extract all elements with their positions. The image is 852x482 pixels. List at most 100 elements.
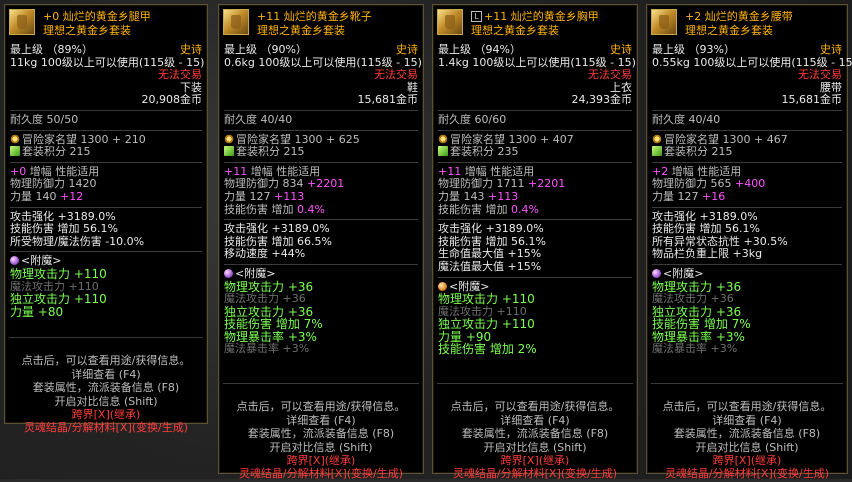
skill-damage: 技能伤害 增加 xyxy=(438,202,508,216)
footer-hint: 点击后，可以查看用途/获得信息。 xyxy=(236,400,406,414)
trade-status: 无法交易 xyxy=(374,68,418,82)
set-info-link[interactable]: 套装属性，流派装备信息 (F8) xyxy=(5,381,207,395)
soul-crystal-link[interactable]: 灵魂结晶/分解材料[X](变换/生成) xyxy=(219,467,423,481)
trade-status: 无法交易 xyxy=(798,68,842,82)
set-points-icon xyxy=(652,146,662,157)
sell-price: 20,908金币 xyxy=(141,93,203,107)
stat-line: 移动速度 +44% xyxy=(224,247,306,261)
defense-bonus: +2201 xyxy=(307,177,345,191)
enchant-line: 力量 +80 xyxy=(10,304,64,319)
strength: 力量 143 xyxy=(438,189,485,203)
strength-bonus: +113 xyxy=(488,189,519,203)
enchant-label: <附魔> xyxy=(235,266,276,280)
trade-status: 无法交易 xyxy=(158,68,202,82)
adventurer-fame: 冒险家名望 1300 + 625 xyxy=(236,132,360,146)
set-points: 套装积分 215 xyxy=(664,145,733,159)
amp-prefix: +11 xyxy=(438,164,462,178)
amp-text: 增幅 性能适用 xyxy=(464,164,535,178)
compare-link[interactable]: 开启对比信息 (Shift) xyxy=(433,441,637,455)
amp-prefix: +11 xyxy=(224,164,248,178)
compare-link[interactable]: 开启对比信息 (Shift) xyxy=(5,395,207,409)
skill-damage-bonus: 0.4% xyxy=(297,202,325,216)
set-points-icon xyxy=(224,146,234,157)
rarity: 史诗 xyxy=(610,43,632,56)
enchant-line: 物理攻击力 +110 xyxy=(10,266,107,281)
amp-prefix: +2 xyxy=(652,164,669,178)
tooltip-panel-leg-armor: +0 灿烂的黄金乡腿甲 理想之黄金乡套装 最上级 （89%） 史诗 11kg 10… xyxy=(4,4,208,434)
adventurer-fame: 冒险家名望 1300 + 210 xyxy=(22,132,146,146)
enchant-gem-icon xyxy=(224,268,233,278)
set-points-icon xyxy=(10,146,20,157)
sell-price: 15,681金币 xyxy=(357,93,419,107)
soul-crystal-link[interactable]: 灵魂结晶/分解材料[X](变换/生成) xyxy=(5,421,207,435)
enchant-gem-icon xyxy=(652,268,661,278)
stat-line: 攻击强化 +3189.0% xyxy=(438,222,544,236)
sell-price: 15,681金币 xyxy=(781,93,843,107)
enchant-label: <附魔> xyxy=(21,254,62,268)
enchant-gem-icon xyxy=(10,256,19,266)
set-info-link[interactable]: 套装属性，流派装备信息 (F8) xyxy=(219,427,423,441)
soul-crystal-link[interactable]: 灵魂结晶/分解材料[X](变换/生成) xyxy=(647,467,847,481)
chest-armor-icon xyxy=(437,9,463,35)
tooltip-panel-boots: +11 灿烂的黄金乡靴子 理想之黄金乡套装 最上级 （90%） 史诗 0.6kg … xyxy=(218,4,424,480)
set-info-link[interactable]: 套装属性，流派装备信息 (F8) xyxy=(433,427,637,441)
footer-hint: 点击后，可以查看用途/获得信息。 xyxy=(21,354,191,368)
stat-line: 技能伤害 增加 56.1% xyxy=(652,222,760,236)
enchant-line: 独立攻击力 +110 xyxy=(438,317,535,332)
item-title: +0 灿烂的黄金乡腿甲 xyxy=(43,10,151,23)
item-title: +11 灿烂的黄金乡靴子 xyxy=(257,10,372,23)
soul-crystal-link[interactable]: 灵魂结晶/分解材料[X](变换/生成) xyxy=(433,467,637,481)
stat-line: 物品栏负重上限 +3kg xyxy=(652,247,763,261)
grade: 最上级 （90%） xyxy=(224,43,307,56)
belt-icon xyxy=(651,9,677,35)
compare-link[interactable]: 开启对比信息 (Shift) xyxy=(647,441,847,455)
durability: 耐久度 50/50 xyxy=(10,112,79,126)
strength: 力量 127 xyxy=(652,189,699,203)
amp-text: 增幅 性能适用 xyxy=(250,164,321,178)
enchant-line: 魔法攻击力 +36 xyxy=(224,292,306,306)
physical-defense: 物理防御力 565 xyxy=(652,177,732,191)
adventurer-fame: 冒险家名望 1300 + 407 xyxy=(450,132,574,146)
set-name: 理想之黄金乡套装 xyxy=(257,24,345,37)
tooltip-footer: 点击后，可以查看用途/获得信息。 详细查看 (F4) 套装属性，流派装备信息 (… xyxy=(219,383,423,482)
tooltip-footer: 点击后，可以查看用途/获得信息。 详细查看 (F4) 套装属性，流派装备信息 (… xyxy=(647,383,847,482)
set-points: 套装积分 215 xyxy=(236,145,305,159)
amp-text: 增幅 性能适用 xyxy=(29,164,100,178)
rarity: 史诗 xyxy=(820,43,842,56)
tooltip-footer: 点击后，可以查看用途/获得信息。 详细查看 (F4) 套装属性，流派装备信息 (… xyxy=(5,337,207,436)
set-name: 理想之黄金乡套装 xyxy=(685,24,773,37)
enchant-label: <附魔> xyxy=(449,279,490,293)
fame-icon xyxy=(224,133,234,144)
amp-prefix: +0 xyxy=(10,164,27,178)
set-info-link[interactable]: 套装属性，流派装备信息 (F8) xyxy=(647,427,847,441)
rarity: 史诗 xyxy=(396,43,418,56)
tooltip-header: L +11 灿烂的黄金乡胸甲 理想之黄金乡套装 xyxy=(433,5,637,41)
tooltip-header: +0 灿烂的黄金乡腿甲 理想之黄金乡套装 xyxy=(5,5,207,41)
compare-link[interactable]: 开启对比信息 (Shift) xyxy=(219,441,423,455)
boots-icon xyxy=(223,9,249,35)
item-title: L +11 灿烂的黄金乡胸甲 xyxy=(471,10,599,24)
sell-price: 24,393金币 xyxy=(571,93,633,107)
enchant-line: 独立攻击力 +110 xyxy=(10,292,107,307)
set-points-icon xyxy=(438,146,448,157)
enchant-line: 魔法攻击力 +36 xyxy=(652,292,734,306)
strength-bonus: +12 xyxy=(60,189,84,203)
enchant-line: 技能伤害 增加 7% xyxy=(224,317,323,332)
defense-bonus: +400 xyxy=(735,177,766,191)
fame-icon xyxy=(652,133,662,144)
durability: 耐久度 40/40 xyxy=(224,112,293,126)
fame-icon xyxy=(438,133,448,144)
grade: 最上级 （94%） xyxy=(438,43,521,56)
stat-line: 技能伤害 增加 56.1% xyxy=(10,222,118,236)
rarity: 史诗 xyxy=(180,43,202,56)
trade-status: 无法交易 xyxy=(588,68,632,82)
strength: 力量 140 xyxy=(10,189,57,203)
set-name: 理想之黄金乡套装 xyxy=(43,24,131,37)
enchant-label: <附魔> xyxy=(663,266,704,280)
strength-bonus: +113 xyxy=(274,189,305,203)
lock-icon: L xyxy=(471,11,482,22)
enchant-line: 物理攻击力 +110 xyxy=(438,292,535,307)
tooltip-header: +2 灿烂的黄金乡腰带 理想之黄金乡套装 xyxy=(647,5,847,41)
fame-icon xyxy=(10,133,20,144)
grade: 最上级 （93%） xyxy=(652,43,735,56)
